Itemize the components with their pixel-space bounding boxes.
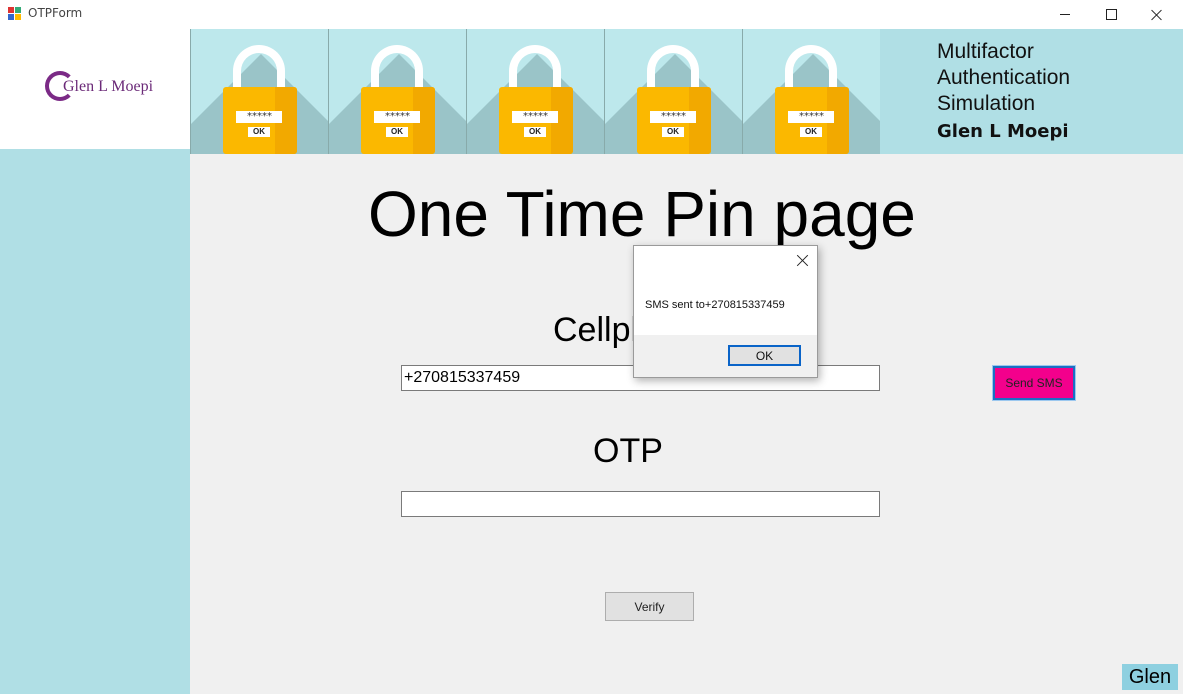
main-area: One Time Pin page Cellphone Send SMS OTP… <box>190 154 1183 694</box>
lock-ok-text: OK <box>386 127 408 137</box>
maximize-icon <box>1105 9 1117 20</box>
logo-panel: Glen L Moepi <box>0 29 190 149</box>
lock-icon: ***** OK <box>604 29 742 154</box>
lock-icon: ***** OK <box>742 29 880 154</box>
lock-password-text: ***** <box>236 111 282 123</box>
lock-ok-text: OK <box>248 127 270 137</box>
close-button[interactable] <box>1134 0 1180 29</box>
brand-logo: Glen L Moepi <box>45 69 175 109</box>
window-title: OTPForm <box>28 6 83 20</box>
minimize-button[interactable] <box>1042 0 1088 29</box>
lock-ok-text: OK <box>524 127 546 137</box>
lock-ok-text: OK <box>662 127 684 137</box>
banner-author: Glen L Moepi <box>937 121 1069 142</box>
banner-heading: Multifactor Authentication Simulation Gl… <box>937 39 1070 142</box>
lock-body: ***** OK <box>361 87 435 154</box>
lock-body: ***** OK <box>223 87 297 154</box>
banner-line-1: Multifactor <box>937 40 1034 63</box>
message-dialog: SMS sent to+270815337459 OK <box>633 245 818 378</box>
header-banner: ***** OK ***** OK ***** OK ***** OK ***** OK Mult… <box>190 29 1183 154</box>
send-sms-button[interactable]: Send SMS <box>992 365 1076 401</box>
maximize-button[interactable] <box>1088 0 1134 29</box>
lock-icon: ***** OK <box>466 29 604 154</box>
dialog-ok-button[interactable]: OK <box>728 345 801 366</box>
window-titlebar: OTPForm <box>0 0 1183 29</box>
minimize-icon <box>1060 14 1070 15</box>
lock-body: ***** OK <box>499 87 573 154</box>
banner-line-2: Authentication <box>937 66 1071 89</box>
lock-body: ***** OK <box>775 87 849 154</box>
dialog-close-icon[interactable] <box>796 254 808 266</box>
lock-password-text: ***** <box>650 111 696 123</box>
dialog-footer: OK <box>634 335 817 377</box>
lock-icon: ***** OK <box>190 29 328 154</box>
verify-button[interactable]: Verify <box>605 592 694 621</box>
lock-password-text: ***** <box>788 111 834 123</box>
dialog-message: SMS sent to+270815337459 <box>645 299 785 311</box>
close-icon <box>1151 9 1163 21</box>
banner-line-3: Simulation <box>937 92 1036 115</box>
app-icon <box>8 7 21 20</box>
side-panel <box>0 149 190 694</box>
lock-ok-text: OK <box>800 127 822 137</box>
otp-label: OTP <box>593 432 663 470</box>
lock-body: ***** OK <box>637 87 711 154</box>
corner-label: Glen <box>1122 664 1178 690</box>
otp-input[interactable] <box>401 491 880 517</box>
lock-icon: ***** OK <box>328 29 466 154</box>
lock-password-text: ***** <box>512 111 558 123</box>
page-title: One Time Pin page <box>368 178 916 250</box>
logo-text: Glen L Moepi <box>63 78 154 95</box>
lock-password-text: ***** <box>374 111 420 123</box>
